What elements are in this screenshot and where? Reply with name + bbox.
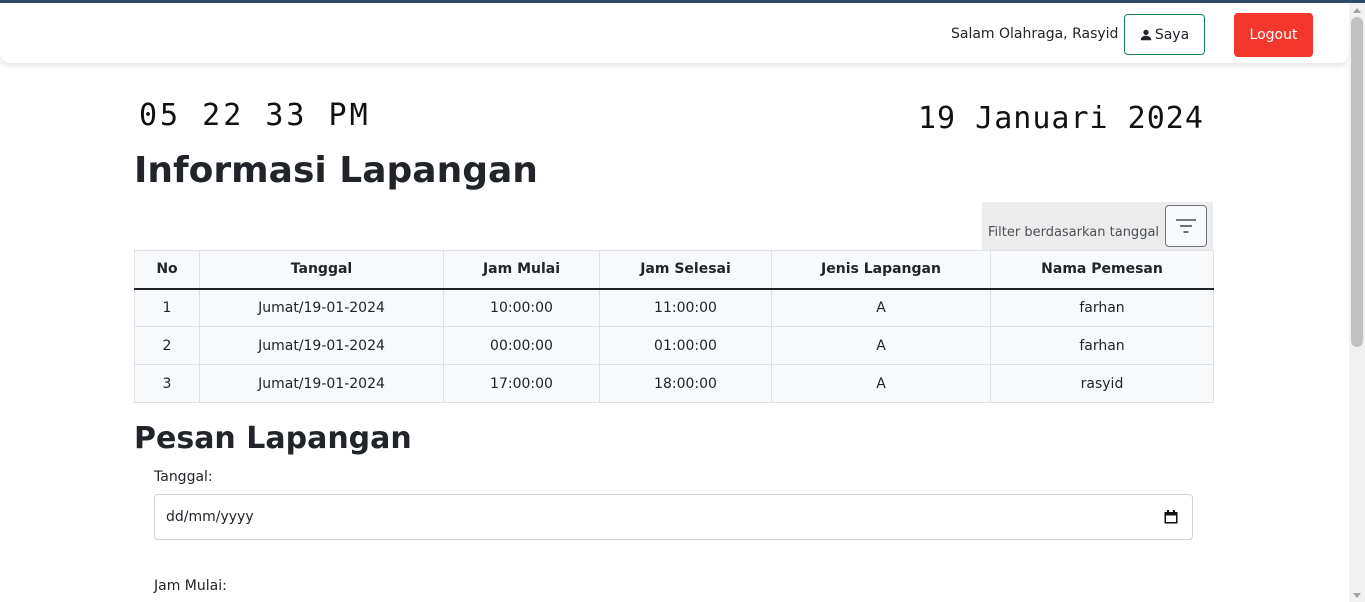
date-filter: Filter berdasarkan tanggal [982, 202, 1213, 250]
cell-no: 2 [134, 326, 200, 365]
column-header-jenis-lapangan: Jenis Lapangan [771, 250, 991, 290]
date-input-placeholder: dd/mm/yyyy [166, 509, 254, 525]
booking-table: No Tanggal Jam Mulai Jam Selesai Jenis L… [134, 250, 1214, 403]
cell-jam-selesai: 11:00:00 [599, 288, 772, 327]
column-header-nama-pemesan: Nama Pemesan [990, 250, 1214, 290]
cell-nama-pemesan: farhan [990, 326, 1214, 365]
navbar: Salam Olahraga, Rasyid Saya Logout [0, 3, 1349, 63]
profile-button[interactable]: Saya [1124, 14, 1205, 55]
page-title: Informasi Lapangan [134, 150, 538, 191]
date-input[interactable]: dd/mm/yyyy [154, 494, 1193, 540]
scroll-down-arrow-icon[interactable] [1353, 593, 1361, 598]
cell-jam-mulai: 17:00:00 [443, 364, 600, 403]
cell-jenis-lapangan: A [771, 364, 991, 403]
current-date: 19 Januari 2024 [918, 101, 1204, 136]
cell-nama-pemesan: farhan [990, 288, 1214, 327]
calendar-icon[interactable] [1164, 510, 1178, 524]
column-header-tanggal: Tanggal [199, 250, 444, 290]
scroll-thumb[interactable] [1351, 17, 1363, 347]
cell-jam-selesai: 01:00:00 [599, 326, 772, 365]
cell-jam-mulai: 10:00:00 [443, 288, 600, 327]
user-icon [1140, 29, 1152, 40]
column-header-jam-mulai: Jam Mulai [443, 250, 600, 290]
date-field-label: Tanggal: [154, 469, 213, 485]
column-header-no: No [134, 250, 200, 290]
table-header-row: No Tanggal Jam Mulai Jam Selesai Jenis L… [134, 250, 1214, 290]
filter-icon [1176, 219, 1196, 233]
profile-button-label: Saya [1154, 26, 1190, 43]
page-scrollbar[interactable] [1349, 3, 1365, 602]
cell-tanggal: Jumat/19-01-2024 [199, 288, 444, 327]
cell-tanggal: Jumat/19-01-2024 [199, 326, 444, 365]
filter-button[interactable] [1165, 205, 1207, 247]
digital-clock: 05 22 33 PM [139, 98, 371, 133]
scroll-up-arrow-icon[interactable] [1353, 8, 1361, 13]
cell-jam-mulai: 00:00:00 [443, 326, 600, 365]
cell-jam-selesai: 18:00:00 [599, 364, 772, 403]
booking-section-title: Pesan Lapangan [134, 421, 412, 456]
cell-nama-pemesan: rasyid [990, 364, 1214, 403]
start-time-label: Jam Mulai: [154, 578, 227, 594]
cell-no: 3 [134, 364, 200, 403]
filter-label: Filter berdasarkan tanggal [988, 225, 1160, 240]
cell-jenis-lapangan: A [771, 288, 991, 327]
cell-tanggal: Jumat/19-01-2024 [199, 364, 444, 403]
greeting-text: Salam Olahraga, Rasyid [951, 26, 1119, 42]
table-row: 1 Jumat/19-01-2024 10:00:00 11:00:00 A f… [134, 288, 1214, 327]
cell-no: 1 [134, 288, 200, 327]
logout-button[interactable]: Logout [1234, 13, 1313, 57]
table-row: 2 Jumat/19-01-2024 00:00:00 01:00:00 A f… [134, 326, 1214, 365]
column-header-jam-selesai: Jam Selesai [599, 250, 772, 290]
cell-jenis-lapangan: A [771, 326, 991, 365]
table-row: 3 Jumat/19-01-2024 17:00:00 18:00:00 A r… [134, 364, 1214, 403]
